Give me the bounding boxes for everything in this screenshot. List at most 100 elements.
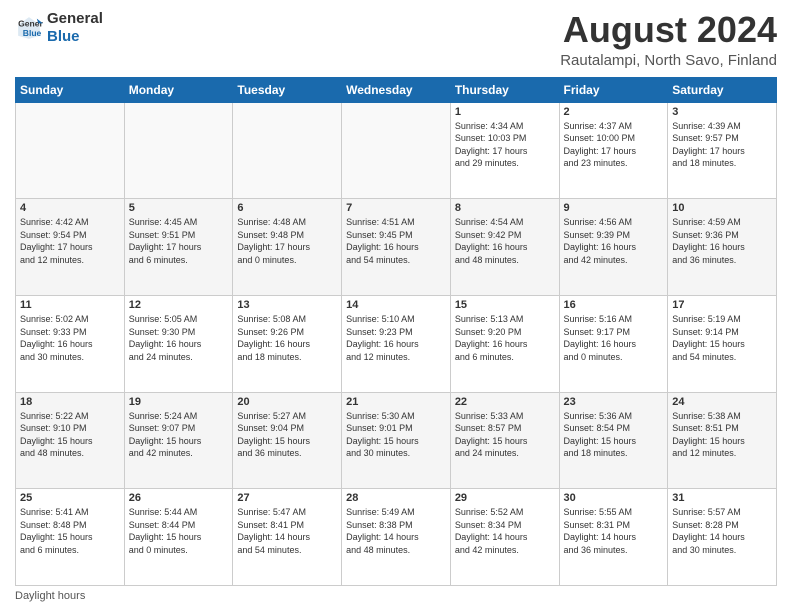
day-info: Sunrise: 4:54 AM Sunset: 9:42 PM Dayligh… (455, 216, 555, 266)
logo-blue: Blue (47, 28, 103, 46)
day-number: 5 (129, 202, 229, 214)
day-info: Sunrise: 5:33 AM Sunset: 8:57 PM Dayligh… (455, 410, 555, 460)
day-info: Sunrise: 5:10 AM Sunset: 9:23 PM Dayligh… (346, 313, 446, 363)
col-thursday: Thursday (450, 77, 559, 102)
day-number: 18 (20, 396, 120, 408)
calendar-cell: 2Sunrise: 4:37 AM Sunset: 10:00 PM Dayli… (559, 102, 668, 199)
day-info: Sunrise: 5:05 AM Sunset: 9:30 PM Dayligh… (129, 313, 229, 363)
day-info: Sunrise: 4:48 AM Sunset: 9:48 PM Dayligh… (237, 216, 337, 266)
calendar-cell: 28 Sunrise: 5:49 AM Sunset: 8:38 PM Dayli… (342, 489, 451, 586)
calendar-cell: 16 Sunrise: 5:16 AM Sunset: 9:17 PM Dayli… (559, 295, 668, 392)
day-info: Sunrise: 4:39 AM Sunset: 9:57 PM Dayligh… (672, 120, 772, 170)
day-number: 2 (564, 106, 664, 118)
calendar-cell: 4 Sunrise: 4:42 AM Sunset: 9:54 PM Daylig… (16, 199, 125, 296)
day-number: 14 (346, 299, 446, 311)
day-number: 13 (237, 299, 337, 311)
day-number: 17 (672, 299, 772, 311)
day-number: 6 (237, 202, 337, 214)
calendar-week-4: 18Sunrise: 5:22 AM Sunset: 9:10 PM Dayli… (16, 392, 777, 489)
day-info: Sunrise: 4:42 AM Sunset: 9:54 PM Dayligh… (20, 216, 120, 266)
day-number: 23 (564, 396, 664, 408)
day-info: Sunrise: 5:24 AM Sunset: 9:07 PM Dayligh… (129, 410, 229, 460)
calendar-cell: 30 Sunrise: 5:55 AM Sunset: 8:31 PM Dayli… (559, 489, 668, 586)
calendar-cell: 19 Sunrise: 5:24 AM Sunset: 9:07 PM Dayli… (124, 392, 233, 489)
calendar-cell: 31Sunrise: 5:57 AM Sunset: 8:28 PM Dayli… (668, 489, 777, 586)
logo-general: General (47, 10, 103, 28)
day-number: 10 (672, 202, 772, 214)
main-title: August 2024 (560, 10, 777, 50)
logo: General Blue General Blue (15, 10, 103, 46)
calendar-cell: 27Sunrise: 5:47 AM Sunset: 8:41 PM Dayli… (233, 489, 342, 586)
page: General Blue General Blue August 2024 Ra… (0, 0, 792, 612)
day-number: 4 (20, 202, 120, 214)
col-sunday: Sunday (16, 77, 125, 102)
day-info: Sunrise: 5:27 AM Sunset: 9:04 PM Dayligh… (237, 410, 337, 460)
day-info: Sunrise: 4:56 AM Sunset: 9:39 PM Dayligh… (564, 216, 664, 266)
day-number: 7 (346, 202, 446, 214)
col-friday: Friday (559, 77, 668, 102)
day-number: 16 (564, 299, 664, 311)
col-tuesday: Tuesday (233, 77, 342, 102)
day-info: Sunrise: 5:52 AM Sunset: 8:34 PM Dayligh… (455, 506, 555, 556)
day-number: 29 (455, 492, 555, 504)
calendar-cell: 5 Sunrise: 4:45 AM Sunset: 9:51 PM Daylig… (124, 199, 233, 296)
calendar-cell: 7 Sunrise: 4:51 AM Sunset: 9:45 PM Daylig… (342, 199, 451, 296)
calendar-cell: 17 Sunrise: 5:19 AM Sunset: 9:14 PM Dayli… (668, 295, 777, 392)
calendar-cell: 10 Sunrise: 4:59 AM Sunset: 9:36 PM Dayli… (668, 199, 777, 296)
day-info: Sunrise: 5:36 AM Sunset: 8:54 PM Dayligh… (564, 410, 664, 460)
day-number: 21 (346, 396, 446, 408)
calendar-cell: 21 Sunrise: 5:30 AM Sunset: 9:01 PM Dayli… (342, 392, 451, 489)
day-info: Sunrise: 5:08 AM Sunset: 9:26 PM Dayligh… (237, 313, 337, 363)
calendar-cell: 6 Sunrise: 4:48 AM Sunset: 9:48 PM Daylig… (233, 199, 342, 296)
calendar-cell (233, 102, 342, 199)
calendar-cell: 15 Sunrise: 5:13 AM Sunset: 9:20 PM Dayli… (450, 295, 559, 392)
calendar-cell: 13 Sunrise: 5:08 AM Sunset: 9:26 PM Dayli… (233, 295, 342, 392)
day-info: Sunrise: 5:19 AM Sunset: 9:14 PM Dayligh… (672, 313, 772, 363)
col-monday: Monday (124, 77, 233, 102)
day-number: 20 (237, 396, 337, 408)
calendar-cell: 18Sunrise: 5:22 AM Sunset: 9:10 PM Dayli… (16, 392, 125, 489)
calendar-cell: 3Sunrise: 4:39 AM Sunset: 9:57 PM Daylig… (668, 102, 777, 199)
day-info: Sunrise: 4:34 AM Sunset: 10:03 PM Daylig… (455, 120, 555, 170)
calendar-cell: 25Sunrise: 5:41 AM Sunset: 8:48 PM Dayli… (16, 489, 125, 586)
calendar-cell: 9Sunrise: 4:56 AM Sunset: 9:39 PM Daylig… (559, 199, 668, 296)
calendar-week-3: 11 Sunrise: 5:02 AM Sunset: 9:33 PM Dayli… (16, 295, 777, 392)
header-row: Sunday Monday Tuesday Wednesday Thursday… (16, 77, 777, 102)
logo-icon: General Blue (15, 14, 43, 42)
day-info: Sunrise: 5:55 AM Sunset: 8:31 PM Dayligh… (564, 506, 664, 556)
calendar-cell: 26 Sunrise: 5:44 AM Sunset: 8:44 PM Dayli… (124, 489, 233, 586)
svg-text:Blue: Blue (23, 28, 42, 38)
day-number: 26 (129, 492, 229, 504)
footer-note: Daylight hours (15, 590, 777, 602)
calendar-cell: 12Sunrise: 5:05 AM Sunset: 9:30 PM Dayli… (124, 295, 233, 392)
day-info: Sunrise: 5:30 AM Sunset: 9:01 PM Dayligh… (346, 410, 446, 460)
calendar-cell: 14 Sunrise: 5:10 AM Sunset: 9:23 PM Dayli… (342, 295, 451, 392)
title-block: August 2024 Rautalampi, North Savo, Finl… (560, 10, 777, 69)
day-number: 22 (455, 396, 555, 408)
calendar-cell (16, 102, 125, 199)
day-info: Sunrise: 5:02 AM Sunset: 9:33 PM Dayligh… (20, 313, 120, 363)
day-info: Sunrise: 5:44 AM Sunset: 8:44 PM Dayligh… (129, 506, 229, 556)
day-number: 15 (455, 299, 555, 311)
day-info: Sunrise: 5:57 AM Sunset: 8:28 PM Dayligh… (672, 506, 772, 556)
day-info: Sunrise: 5:13 AM Sunset: 9:20 PM Dayligh… (455, 313, 555, 363)
day-info: Sunrise: 4:45 AM Sunset: 9:51 PM Dayligh… (129, 216, 229, 266)
calendar-week-1: 1 Sunrise: 4:34 AM Sunset: 10:03 PM Dayli… (16, 102, 777, 199)
day-info: Sunrise: 5:41 AM Sunset: 8:48 PM Dayligh… (20, 506, 120, 556)
calendar-cell (342, 102, 451, 199)
svg-text:General: General (18, 18, 43, 28)
day-info: Sunrise: 4:59 AM Sunset: 9:36 PM Dayligh… (672, 216, 772, 266)
day-info: Sunrise: 5:47 AM Sunset: 8:41 PM Dayligh… (237, 506, 337, 556)
calendar-cell: 20 Sunrise: 5:27 AM Sunset: 9:04 PM Dayli… (233, 392, 342, 489)
calendar-week-2: 4 Sunrise: 4:42 AM Sunset: 9:54 PM Daylig… (16, 199, 777, 296)
day-info: Sunrise: 5:16 AM Sunset: 9:17 PM Dayligh… (564, 313, 664, 363)
day-number: 19 (129, 396, 229, 408)
day-number: 11 (20, 299, 120, 311)
day-number: 28 (346, 492, 446, 504)
day-info: Sunrise: 5:49 AM Sunset: 8:38 PM Dayligh… (346, 506, 446, 556)
calendar-cell: 1 Sunrise: 4:34 AM Sunset: 10:03 PM Dayli… (450, 102, 559, 199)
day-number: 1 (455, 106, 555, 118)
day-info: Sunrise: 4:51 AM Sunset: 9:45 PM Dayligh… (346, 216, 446, 266)
day-number: 30 (564, 492, 664, 504)
subtitle: Rautalampi, North Savo, Finland (560, 52, 777, 69)
